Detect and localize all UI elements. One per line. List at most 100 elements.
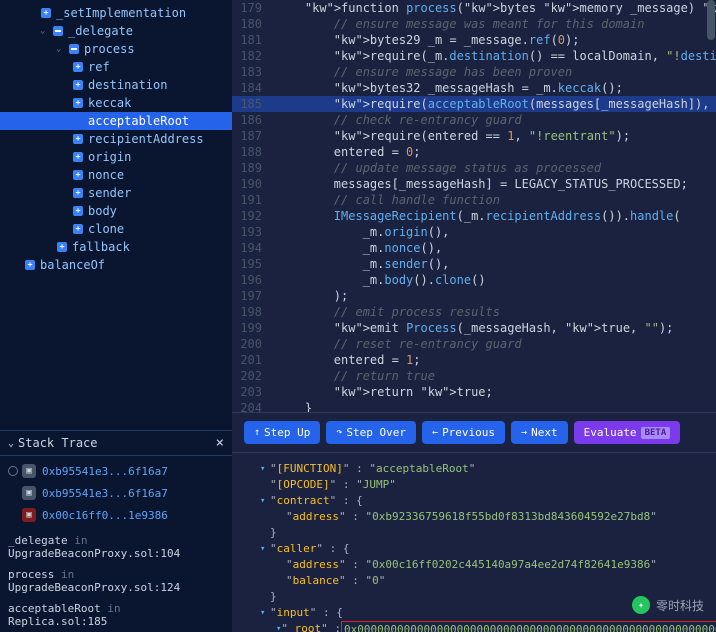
code-content: "kw">require(_m.destination() == localDo… <box>272 48 716 64</box>
code-editor[interactable]: 179 "kw">function process("kw">bytes "kw… <box>232 0 716 412</box>
caret-icon[interactable]: ▾ <box>260 493 270 509</box>
code-line[interactable]: 185 "kw">require(acceptableRoot(messages… <box>232 96 716 112</box>
code-content: // call handle function <box>272 192 500 208</box>
stack-trace-header[interactable]: ⌄ Stack Trace × <box>0 430 232 456</box>
code-content: // emit process results <box>272 304 500 320</box>
code-line[interactable]: 186 // check re-entrancy guard <box>232 112 716 128</box>
code-line[interactable]: 190 messages[_messageHash] = LEGACY_STAT… <box>232 176 716 192</box>
code-line[interactable]: 193 _m.origin(), <box>232 224 716 240</box>
code-content: "kw">emit Process(_messageHash, "kw">tru… <box>272 320 673 336</box>
root-value-highlighted: 0x00000000000000000000000000000000000000… <box>341 621 716 632</box>
code-line[interactable]: 196 _m.body().clone() <box>232 272 716 288</box>
expand-icon[interactable]: + <box>72 169 84 181</box>
tree-item-body[interactable]: +body <box>0 202 232 220</box>
code-line[interactable]: 201 entered = 1; <box>232 352 716 368</box>
tree-item-acceptableRoot[interactable]: acceptableRoot <box>0 112 232 130</box>
expand-icon[interactable]: + <box>56 241 68 253</box>
line-number: 188 <box>232 144 272 160</box>
previous-button[interactable]: ←Previous <box>422 421 505 444</box>
stack-location[interactable]: process in UpgradeBeaconProxy.sol:124 <box>0 564 232 598</box>
code-line[interactable]: 180 // ensure message was meant for this… <box>232 16 716 32</box>
caret-icon[interactable]: ▾ <box>260 541 270 557</box>
code-content: entered = 1; <box>272 352 421 368</box>
stack-location[interactable]: _delegate in UpgradeBeaconProxy.sol:104 <box>0 530 232 564</box>
code-line[interactable]: 192 IMessageRecipient(_m.recipientAddres… <box>232 208 716 224</box>
expand-icon[interactable]: + <box>72 133 84 145</box>
tree-item-destination[interactable]: +destination <box>0 76 232 94</box>
tree-item-origin[interactable]: + origin <box>0 148 232 166</box>
next-button[interactable]: →Next <box>511 421 568 444</box>
code-line[interactable]: 191 // call handle function <box>232 192 716 208</box>
line-number: 184 <box>232 80 272 96</box>
code-line[interactable]: 199 "kw">emit Process(_messageHash, "kw"… <box>232 320 716 336</box>
code-line[interactable]: 203 "kw">return "kw">true; <box>232 384 716 400</box>
chevron-down-icon: ⌄ <box>8 438 14 449</box>
code-content: _m.origin(), <box>272 224 449 240</box>
expand-icon[interactable]: + <box>72 97 84 109</box>
tree-item-_setImplementation[interactable]: +_setImplementation <box>0 4 232 22</box>
tree-label: origin <box>88 150 131 164</box>
trace-icon: ▣ <box>22 464 36 478</box>
code-content: entered = 0; <box>272 144 421 160</box>
tree-item-keccak[interactable]: +keccak <box>0 94 232 112</box>
collapse-icon[interactable] <box>68 43 80 55</box>
line-number: 201 <box>232 352 272 368</box>
tree-item-recipientAddress[interactable]: +recipientAddress <box>0 130 232 148</box>
expand-icon[interactable]: + <box>72 223 84 235</box>
line-number: 192 <box>232 208 272 224</box>
line-number: 190 <box>232 176 272 192</box>
tree-item-clone[interactable]: +clone <box>0 220 232 238</box>
code-line[interactable]: 194 _m.nonce(), <box>232 240 716 256</box>
code-line[interactable]: 197 ); <box>232 288 716 304</box>
scrollbar[interactable] <box>706 0 716 412</box>
tree-item-nonce[interactable]: +nonce <box>0 166 232 184</box>
stack-trace-item[interactable]: ▣0xb95541e3...6f16a7 <box>0 482 232 504</box>
expand-icon[interactable]: + <box>72 187 84 199</box>
code-line[interactable]: 188 entered = 0; <box>232 144 716 160</box>
code-line[interactable]: 200 // reset re-entrancy guard <box>232 336 716 352</box>
code-content: _m.sender(), <box>272 256 449 272</box>
code-line[interactable]: 179 "kw">function process("kw">bytes "kw… <box>232 0 716 16</box>
code-line[interactable]: 189 // update message status as processe… <box>232 160 716 176</box>
close-icon[interactable]: × <box>216 435 224 451</box>
expand-icon[interactable]: + <box>72 61 84 73</box>
code-line[interactable]: 181 "kw">bytes29 _m = _message.ref(0); <box>232 32 716 48</box>
sidebar: +_setImplementation⌄_delegate⌄process+re… <box>0 0 232 632</box>
expand-icon[interactable]: + <box>40 7 52 19</box>
caret-icon[interactable]: ▾ <box>260 461 270 477</box>
tree-item-fallback[interactable]: +fallback <box>0 238 232 256</box>
scrollbar-thumb[interactable] <box>707 0 715 40</box>
tree-item-process[interactable]: ⌄process <box>0 40 232 58</box>
tree-item-sender[interactable]: +sender <box>0 184 232 202</box>
code-line[interactable]: 182 "kw">require(_m.destination() == loc… <box>232 48 716 64</box>
code-line[interactable]: 183 // ensure message has been proven <box>232 64 716 80</box>
expand-icon[interactable]: + <box>72 151 84 163</box>
line-number: 202 <box>232 368 272 384</box>
stack-trace-item[interactable]: ▣0x00c16ff0...1e9386 <box>0 504 232 526</box>
code-line[interactable]: 187 "kw">require(entered == 1, "!reentra… <box>232 128 716 144</box>
line-number: 204 <box>232 400 272 412</box>
stack-trace-item[interactable]: ▣0xb95541e3...6f16a7 <box>0 460 232 482</box>
code-line[interactable]: 195 _m.sender(), <box>232 256 716 272</box>
expand-icon[interactable]: + <box>24 259 36 271</box>
caret-icon[interactable]: ▾ <box>260 605 270 621</box>
code-content: messages[_messageHash] = LEGACY_STATUS_P… <box>272 176 688 192</box>
code-line[interactable]: 198 // emit process results <box>232 304 716 320</box>
tree-item-ref[interactable]: +ref <box>0 58 232 76</box>
tree-item-_delegate[interactable]: ⌄_delegate <box>0 22 232 40</box>
expand-icon[interactable]: + <box>72 79 84 91</box>
expand-icon[interactable]: + <box>72 205 84 217</box>
line-number: 198 <box>232 304 272 320</box>
debug-output[interactable]: ▾"[FUNCTION]" : "acceptableRoot" "[OPCOD… <box>232 452 716 632</box>
code-line[interactable]: 184 "kw">bytes32 _messageHash = _m.kecca… <box>232 80 716 96</box>
tree-item-balanceOf[interactable]: +balanceOf <box>0 256 232 274</box>
collapse-icon[interactable] <box>52 25 64 37</box>
stack-location[interactable]: acceptableRoot in Replica.sol:185 <box>0 598 232 632</box>
code-content: // ensure message has been proven <box>272 64 572 80</box>
line-number: 197 <box>232 288 272 304</box>
step-up-button[interactable]: ↑Step Up <box>244 421 320 444</box>
evaluate-button[interactable]: Evaluate BETA <box>574 421 681 444</box>
code-line[interactable]: 204 } <box>232 400 716 412</box>
step-over-button[interactable]: ↷Step Over <box>326 421 416 444</box>
code-line[interactable]: 202 // return true <box>232 368 716 384</box>
